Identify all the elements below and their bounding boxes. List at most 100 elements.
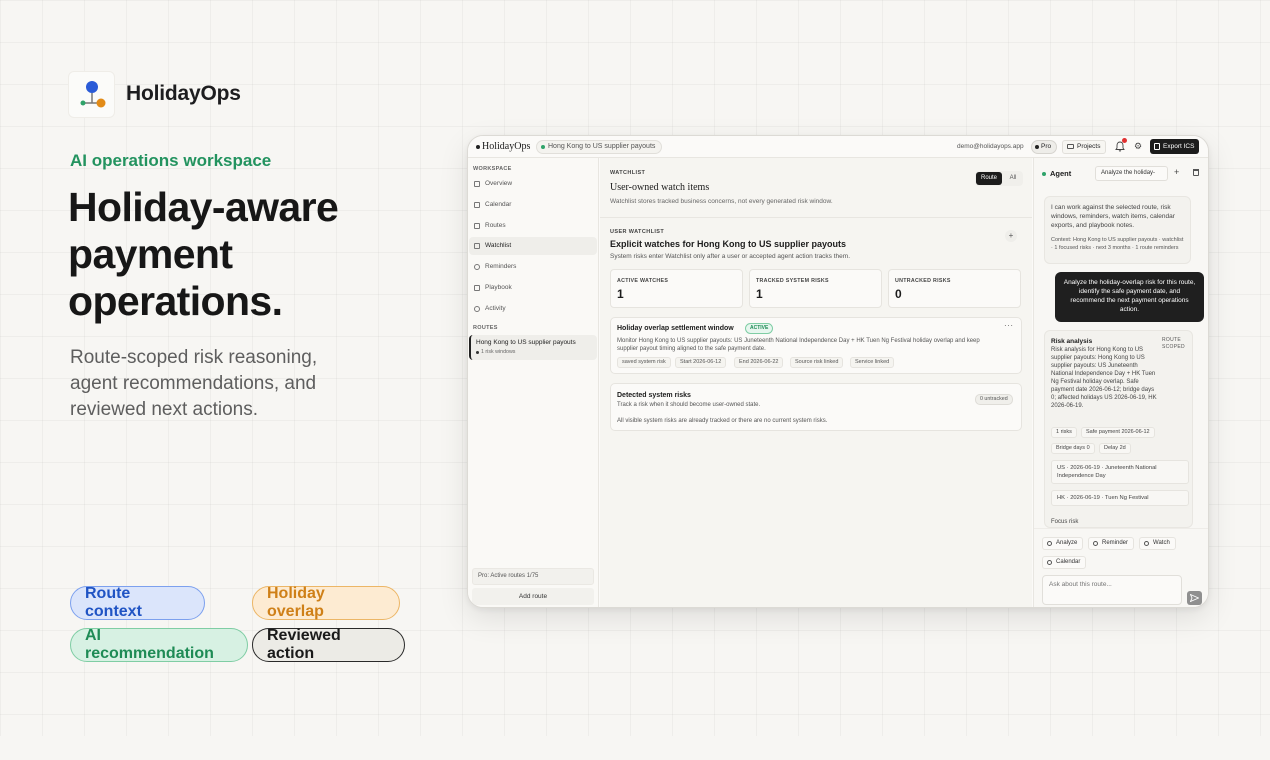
bottom-band	[0, 736, 1270, 760]
sidebar-item-routes[interactable]: Routes	[469, 217, 597, 235]
agent-panel: Agent Analyze the holiday- + I can work …	[1033, 158, 1208, 607]
detected-risks-description: Track a risk when it should become user-…	[617, 402, 761, 408]
export-ics-button[interactable]: Export ICS	[1150, 139, 1200, 154]
reminder-icon	[474, 264, 480, 270]
stat-label: ACTIVE WATCHES	[617, 278, 669, 284]
sidebar-item-label: Calendar	[485, 201, 512, 208]
playbook-icon	[474, 285, 480, 291]
scope-toggle: Route All	[975, 171, 1023, 186]
calendar-label: Calendar	[1056, 559, 1081, 565]
analyze-label: Analyze	[1056, 540, 1078, 546]
sidebar-item-label: Overview	[485, 180, 513, 187]
projects-button[interactable]: Projects	[1062, 140, 1107, 154]
risk-analysis-title: Risk analysis	[1051, 338, 1093, 345]
chip-delay: Delay 2d	[1099, 443, 1131, 454]
bell-icon	[1093, 541, 1098, 546]
hero-subhead: Route-scoped risk reasoning, agent recom…	[70, 347, 318, 420]
stat-tracked-system-risks: TRACKED SYSTEM RISKS 1	[749, 269, 882, 308]
watch-item-card[interactable]: Holiday overlap settlement window ACTIVE…	[610, 317, 1022, 374]
agent-prompt-select[interactable]: Analyze the holiday-	[1095, 166, 1168, 181]
watch-button[interactable]: Watch	[1139, 537, 1176, 550]
watch-item-description: Monitor Hong Kong to US supplier payouts…	[617, 338, 980, 352]
sidebar-route-sub: 1 risk windows	[475, 349, 516, 355]
brand-name: HolidayOps	[126, 82, 241, 105]
user-watchlist-description: System risks enter Watchlist only after …	[610, 253, 850, 260]
gear-icon[interactable]: ⚙	[1134, 142, 1142, 151]
sidebar-routes-label: ROUTES	[473, 325, 498, 331]
risk-analysis-card: Risk analysis ROUTE SCOPED Risk analysis…	[1044, 330, 1193, 528]
sidebar-item-watchlist[interactable]: Watchlist	[469, 237, 597, 255]
chip-risk-count: 1 risks	[1051, 427, 1077, 438]
reminder-button[interactable]: Reminder	[1088, 537, 1135, 550]
agent-status-dot	[1042, 172, 1046, 176]
stat-value: 1	[756, 287, 763, 301]
sidebar-item-reminders[interactable]: Reminders	[469, 258, 597, 276]
pill-ai-recommendation: AI recommendation	[70, 627, 248, 662]
user-watchlist-eyebrow: USER WATCHLIST	[610, 229, 665, 235]
user-watchlist-title: Explicit watches for Hong Kong to US sup…	[610, 239, 847, 249]
sidebar-item-calendar[interactable]: Calendar	[469, 196, 597, 214]
pill-reviewed-action: Reviewed action	[252, 627, 405, 662]
new-chat-plus-icon[interactable]: +	[1174, 167, 1179, 177]
watchlist-header: WATCHLIST User-owned watch items Watchli…	[600, 158, 1032, 218]
watch-label: Watch	[1153, 540, 1170, 546]
send-button[interactable]	[1187, 591, 1202, 605]
agent-chat-input[interactable]	[1042, 575, 1182, 605]
tag-saved-system-risk: saved system risk	[617, 357, 671, 368]
tag-service-linked: Service linked	[850, 357, 895, 368]
scope-route-button[interactable]: Route	[976, 172, 1002, 185]
tag-source-risk-linked: Source risk linked	[790, 357, 844, 368]
status-badge: ACTIVE	[745, 323, 774, 334]
scope-all-button[interactable]: All	[1005, 172, 1021, 185]
detected-risks-title: Detected system risks	[617, 392, 691, 399]
untracked-count-badge: 0 untracked	[975, 394, 1013, 405]
more-options-icon[interactable]: ···	[1004, 321, 1014, 330]
watch-item-title: Holiday overlap settlement window	[617, 325, 734, 332]
sidebar-item-activity[interactable]: Activity	[469, 300, 597, 318]
route-scoped-badge: ROUTE SCOPED	[1162, 337, 1185, 350]
export-ics-label: Export ICS	[1163, 143, 1195, 150]
agent-intro-text: I can work against the selected route, r…	[1051, 204, 1175, 229]
stat-value: 0	[895, 287, 902, 301]
sidebar-item-label: Watchlist	[485, 242, 512, 249]
stat-label: TRACKED SYSTEM RISKS	[756, 278, 829, 284]
activity-clock-icon	[474, 306, 480, 312]
focus-risk-label: Focus risk	[1051, 519, 1079, 525]
holiday-entry-hk: HK · 2026-06-19 · Tuen Ng Festival	[1051, 490, 1189, 506]
send-icon	[1190, 594, 1199, 602]
app-window: HolidayOps Hong Kong to US supplier payo…	[467, 135, 1209, 608]
stat-label: UNTRACKED RISKS	[895, 278, 951, 284]
detected-risks-card: Detected system risks 0 untracked Track …	[610, 383, 1022, 431]
pill-route-context: Route context	[70, 585, 205, 620]
tag-start-date: Start 2026-06-12	[675, 357, 727, 368]
analyze-icon	[1047, 541, 1052, 546]
sidebar-item-label: Routes	[485, 222, 506, 229]
folder-icon	[1067, 144, 1074, 149]
stat-untracked-risks: UNTRACKED RISKS 0	[888, 269, 1021, 308]
holiday-entry-us: US · 2026-06-19 · Juneteenth National In…	[1051, 460, 1189, 484]
add-route-button[interactable]: Add route	[472, 588, 594, 605]
current-route-chip[interactable]: Hong Kong to US supplier payouts	[536, 140, 663, 154]
stat-active-watches: ACTIVE WATCHES 1	[610, 269, 743, 308]
add-watch-button[interactable]: +	[1005, 230, 1017, 242]
page-description: Watchlist stores tracked business concer…	[610, 198, 833, 205]
sidebar-route-item[interactable]: Hong Kong to US supplier payouts 1 risk …	[469, 335, 597, 360]
app-title[interactable]: HolidayOps	[482, 141, 530, 152]
calendar-button[interactable]: Calendar	[1042, 556, 1087, 569]
plan-badge[interactable]: Pro	[1031, 140, 1058, 154]
watch-icon	[1144, 541, 1149, 546]
agent-context-text: Context: Hong Kong to US supplier payout…	[1051, 237, 1184, 251]
sidebar: WORKSPACE Overview Calendar Routes Watch…	[468, 158, 599, 607]
sidebar-item-playbook[interactable]: Playbook	[469, 279, 597, 297]
stat-value: 1	[617, 287, 624, 301]
sidebar-item-overview[interactable]: Overview	[469, 175, 597, 193]
calendar-export-icon	[1154, 143, 1160, 150]
risk-analysis-body: Risk analysis for Hong Kong to US suppli…	[1051, 347, 1157, 409]
sidebar-item-label: Activity	[485, 305, 506, 312]
analyze-button[interactable]: Analyze	[1042, 537, 1084, 550]
reminder-label: Reminder	[1102, 540, 1129, 546]
logo-mark-icon	[80, 81, 106, 108]
sidebar-route-title: Hong Kong to US supplier payouts	[476, 339, 576, 346]
trash-icon[interactable]	[1193, 169, 1199, 176]
plan-status: Pro: Active routes 1/75	[472, 568, 594, 585]
